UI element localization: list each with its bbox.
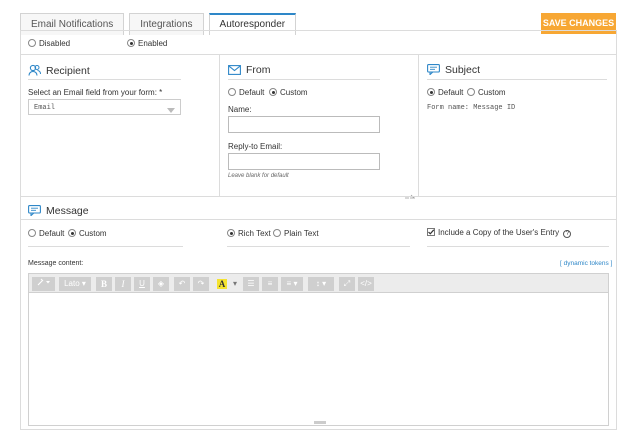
message-divider [20, 219, 617, 220]
subject-value: Form name: Message ID [427, 104, 516, 112]
numbered-list-icon[interactable]: ≡ [262, 277, 278, 291]
disabled-radio[interactable] [28, 39, 36, 47]
message-title: Message [46, 205, 89, 217]
help-icon[interactable]: ? [563, 230, 572, 238]
recipient-heading: Recipient [28, 64, 90, 79]
subject-custom-radio[interactable] [467, 88, 475, 96]
recipient-email-value: Email [34, 104, 56, 112]
message-heading: Message [28, 205, 89, 219]
from-name-input[interactable] [228, 116, 380, 133]
bold-icon[interactable]: B [96, 277, 112, 291]
status-enabled-option[interactable]: Enabled [127, 39, 167, 48]
from-default-label: Default [239, 88, 265, 97]
message-default-option[interactable]: Default [28, 229, 64, 238]
from-heading: From [228, 64, 271, 78]
status-disabled-option[interactable]: Disabled [28, 39, 70, 48]
from-custom-option[interactable]: Custom [269, 88, 308, 97]
disabled-label: Disabled [39, 39, 71, 48]
users-icon [28, 64, 41, 79]
text-color-letter-icon: A [216, 279, 228, 289]
fullscreen-icon[interactable]: ⤢ [339, 277, 355, 291]
reply-to-label: Reply-to Email: [228, 142, 283, 151]
underline-icon[interactable]: U [134, 277, 150, 291]
message-custom-radio[interactable] [68, 229, 76, 237]
message-custom-label: Custom [79, 229, 107, 238]
reply-to-hint: Leave blank for default [228, 173, 289, 179]
subject-heading: Subject [427, 64, 480, 78]
font-dropdown[interactable]: Lato ▾ [59, 277, 91, 291]
eraser-icon[interactable]: ◈ [153, 277, 169, 291]
plain-text-radio[interactable] [273, 229, 281, 237]
subject-default-radio[interactable] [427, 88, 435, 96]
rich-text-radio[interactable] [227, 229, 235, 237]
speech-bubble-icon [427, 64, 440, 78]
recipient-field-label: Select an Email field from your form: * [28, 88, 163, 97]
message-default-radio[interactable] [28, 229, 36, 237]
message-default-label: Default [39, 229, 65, 238]
rich-text-label: Rich Text [238, 229, 271, 238]
status-divider [20, 54, 617, 55]
from-name-label: Name: [228, 105, 252, 114]
section-divider [20, 196, 617, 197]
subject-default-option[interactable]: Default [427, 88, 463, 97]
editor-toolbar: Lato ▾ B I U ◈ ↶ ↷ A ▾ ☰ ≡ ≡ ▾ ↕ ▾ ⤢ </> [28, 273, 609, 293]
recipient-title: Recipient [46, 65, 90, 77]
italic-icon[interactable]: I [115, 277, 131, 291]
recipient-email-select[interactable]: Email [28, 99, 181, 115]
enabled-radio[interactable] [127, 39, 135, 47]
include-copy-label: Include a Copy of the User's Entry [438, 228, 560, 237]
subject-custom-label: Custom [478, 88, 506, 97]
column-divider-2 [418, 55, 419, 196]
undo-icon[interactable]: ↶ [174, 277, 190, 291]
include-copy-option[interactable]: Include a Copy of the User's Entry ? [427, 228, 572, 238]
subject-default-label: Default [438, 88, 464, 97]
from-custom-label: Custom [280, 88, 308, 97]
reply-to-input[interactable] [228, 153, 380, 170]
from-title: From [246, 64, 271, 76]
dynamic-tokens-link[interactable]: [ dynamic tokens ] [560, 260, 612, 267]
message-content-editor[interactable] [28, 293, 609, 426]
text-color-icon[interactable]: A [214, 277, 230, 291]
style-dropdown[interactable] [32, 277, 55, 291]
text-color-dropdown[interactable]: ▾ [231, 277, 239, 291]
editor-resize-handle[interactable] [314, 421, 326, 424]
subject-custom-option[interactable]: Custom [467, 88, 506, 97]
code-view-icon[interactable]: </> [358, 277, 374, 291]
subject-title: Subject [445, 64, 481, 76]
plain-text-option[interactable]: Plain Text [273, 229, 319, 238]
envelope-icon [228, 65, 241, 78]
plain-text-label: Plain Text [284, 229, 319, 238]
rich-text-option[interactable]: Rich Text [227, 229, 271, 238]
enabled-label: Enabled [138, 39, 168, 48]
line-height-dropdown[interactable]: ↕ ▾ [308, 277, 334, 291]
message-custom-option[interactable]: Custom [68, 229, 107, 238]
message-bubble-icon [28, 205, 41, 219]
from-default-option[interactable]: Default [228, 88, 264, 97]
from-custom-radio[interactable] [269, 88, 277, 96]
font-name: Lato [64, 279, 80, 288]
align-dropdown[interactable]: ≡ ▾ [281, 277, 303, 291]
recipient-underline [28, 79, 181, 80]
redo-icon[interactable]: ↷ [193, 277, 209, 291]
include-copy-checkbox[interactable] [427, 228, 435, 236]
column-divider-1 [219, 55, 220, 196]
message-options-underline [28, 246, 183, 247]
subject-underline [427, 79, 607, 80]
format-options-underline [227, 246, 410, 247]
from-underline [228, 79, 380, 80]
message-content-label: Message content: [28, 260, 84, 267]
from-default-radio[interactable] [228, 88, 236, 96]
chevron-down-icon [167, 105, 175, 115]
include-copy-underline [427, 246, 609, 247]
bullet-list-icon[interactable]: ☰ [243, 277, 259, 291]
